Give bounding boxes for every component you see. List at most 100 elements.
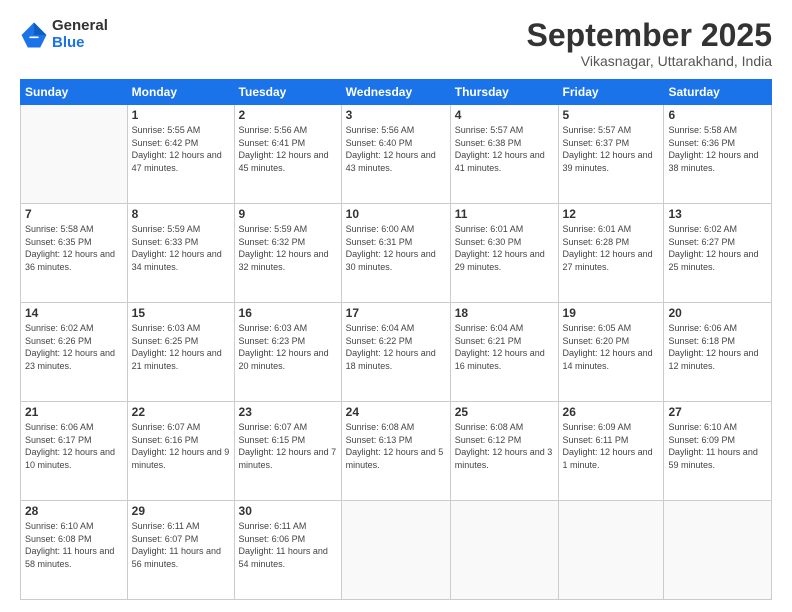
day-number: 4 bbox=[455, 108, 554, 122]
table-cell: 7 Sunrise: 5:58 AM Sunset: 6:35 PM Dayli… bbox=[21, 204, 128, 303]
table-cell: 6 Sunrise: 5:58 AM Sunset: 6:36 PM Dayli… bbox=[664, 105, 772, 204]
table-cell: 26 Sunrise: 6:09 AM Sunset: 6:11 PM Dayl… bbox=[558, 402, 664, 501]
table-cell: 18 Sunrise: 6:04 AM Sunset: 6:21 PM Dayl… bbox=[450, 303, 558, 402]
table-cell: 4 Sunrise: 5:57 AM Sunset: 6:38 PM Dayli… bbox=[450, 105, 558, 204]
day-info: Sunrise: 6:01 AM Sunset: 6:28 PM Dayligh… bbox=[563, 223, 660, 273]
day-info: Sunrise: 6:08 AM Sunset: 6:13 PM Dayligh… bbox=[346, 421, 446, 471]
page: General Blue September 2025 Vikasnagar, … bbox=[0, 0, 792, 612]
day-info: Sunrise: 5:57 AM Sunset: 6:38 PM Dayligh… bbox=[455, 124, 554, 174]
table-cell: 23 Sunrise: 6:07 AM Sunset: 6:15 PM Dayl… bbox=[234, 402, 341, 501]
day-info: Sunrise: 6:04 AM Sunset: 6:22 PM Dayligh… bbox=[346, 322, 446, 372]
day-info: Sunrise: 6:03 AM Sunset: 6:23 PM Dayligh… bbox=[239, 322, 337, 372]
day-info: Sunrise: 6:04 AM Sunset: 6:21 PM Dayligh… bbox=[455, 322, 554, 372]
table-cell: 25 Sunrise: 6:08 AM Sunset: 6:12 PM Dayl… bbox=[450, 402, 558, 501]
table-cell: 29 Sunrise: 6:11 AM Sunset: 6:07 PM Dayl… bbox=[127, 501, 234, 600]
day-number: 20 bbox=[668, 306, 767, 320]
day-number: 23 bbox=[239, 405, 337, 419]
day-info: Sunrise: 6:02 AM Sunset: 6:27 PM Dayligh… bbox=[668, 223, 767, 273]
table-cell: 2 Sunrise: 5:56 AM Sunset: 6:41 PM Dayli… bbox=[234, 105, 341, 204]
table-cell: 24 Sunrise: 6:08 AM Sunset: 6:13 PM Dayl… bbox=[341, 402, 450, 501]
day-number: 15 bbox=[132, 306, 230, 320]
day-info: Sunrise: 6:10 AM Sunset: 6:08 PM Dayligh… bbox=[25, 520, 123, 570]
day-number: 8 bbox=[132, 207, 230, 221]
day-number: 14 bbox=[25, 306, 123, 320]
header: General Blue September 2025 Vikasnagar, … bbox=[20, 18, 772, 69]
day-info: Sunrise: 5:59 AM Sunset: 6:33 PM Dayligh… bbox=[132, 223, 230, 273]
day-info: Sunrise: 5:57 AM Sunset: 6:37 PM Dayligh… bbox=[563, 124, 660, 174]
table-cell: 1 Sunrise: 5:55 AM Sunset: 6:42 PM Dayli… bbox=[127, 105, 234, 204]
calendar-header-row: Sunday Monday Tuesday Wednesday Thursday… bbox=[21, 80, 772, 105]
col-thursday: Thursday bbox=[450, 80, 558, 105]
day-number: 3 bbox=[346, 108, 446, 122]
day-info: Sunrise: 6:10 AM Sunset: 6:09 PM Dayligh… bbox=[668, 421, 767, 471]
month-title: September 2025 bbox=[527, 18, 772, 53]
col-wednesday: Wednesday bbox=[341, 80, 450, 105]
table-cell: 12 Sunrise: 6:01 AM Sunset: 6:28 PM Dayl… bbox=[558, 204, 664, 303]
day-info: Sunrise: 5:55 AM Sunset: 6:42 PM Dayligh… bbox=[132, 124, 230, 174]
table-cell: 15 Sunrise: 6:03 AM Sunset: 6:25 PM Dayl… bbox=[127, 303, 234, 402]
day-info: Sunrise: 6:02 AM Sunset: 6:26 PM Dayligh… bbox=[25, 322, 123, 372]
day-number: 16 bbox=[239, 306, 337, 320]
table-cell bbox=[21, 105, 128, 204]
table-cell: 19 Sunrise: 6:05 AM Sunset: 6:20 PM Dayl… bbox=[558, 303, 664, 402]
logo-text: General Blue bbox=[52, 18, 108, 51]
day-number: 13 bbox=[668, 207, 767, 221]
day-number: 11 bbox=[455, 207, 554, 221]
day-number: 10 bbox=[346, 207, 446, 221]
day-info: Sunrise: 6:09 AM Sunset: 6:11 PM Dayligh… bbox=[563, 421, 660, 471]
day-info: Sunrise: 5:56 AM Sunset: 6:41 PM Dayligh… bbox=[239, 124, 337, 174]
title-block: September 2025 Vikasnagar, Uttarakhand, … bbox=[527, 18, 772, 69]
table-cell: 27 Sunrise: 6:10 AM Sunset: 6:09 PM Dayl… bbox=[664, 402, 772, 501]
table-cell: 9 Sunrise: 5:59 AM Sunset: 6:32 PM Dayli… bbox=[234, 204, 341, 303]
day-info: Sunrise: 5:58 AM Sunset: 6:36 PM Dayligh… bbox=[668, 124, 767, 174]
day-number: 28 bbox=[25, 504, 123, 518]
day-info: Sunrise: 6:06 AM Sunset: 6:18 PM Dayligh… bbox=[668, 322, 767, 372]
table-cell: 8 Sunrise: 5:59 AM Sunset: 6:33 PM Dayli… bbox=[127, 204, 234, 303]
table-cell: 13 Sunrise: 6:02 AM Sunset: 6:27 PM Dayl… bbox=[664, 204, 772, 303]
table-cell: 28 Sunrise: 6:10 AM Sunset: 6:08 PM Dayl… bbox=[21, 501, 128, 600]
table-cell: 21 Sunrise: 6:06 AM Sunset: 6:17 PM Dayl… bbox=[21, 402, 128, 501]
day-number: 26 bbox=[563, 405, 660, 419]
day-info: Sunrise: 6:08 AM Sunset: 6:12 PM Dayligh… bbox=[455, 421, 554, 471]
day-number: 7 bbox=[25, 207, 123, 221]
day-number: 1 bbox=[132, 108, 230, 122]
logo-general-text: General bbox=[52, 18, 108, 35]
table-cell: 10 Sunrise: 6:00 AM Sunset: 6:31 PM Dayl… bbox=[341, 204, 450, 303]
table-cell bbox=[664, 501, 772, 600]
table-cell bbox=[450, 501, 558, 600]
day-info: Sunrise: 6:11 AM Sunset: 6:06 PM Dayligh… bbox=[239, 520, 337, 570]
table-cell bbox=[558, 501, 664, 600]
col-tuesday: Tuesday bbox=[234, 80, 341, 105]
table-cell: 3 Sunrise: 5:56 AM Sunset: 6:40 PM Dayli… bbox=[341, 105, 450, 204]
day-info: Sunrise: 6:06 AM Sunset: 6:17 PM Dayligh… bbox=[25, 421, 123, 471]
day-number: 19 bbox=[563, 306, 660, 320]
col-saturday: Saturday bbox=[664, 80, 772, 105]
day-info: Sunrise: 5:58 AM Sunset: 6:35 PM Dayligh… bbox=[25, 223, 123, 273]
day-info: Sunrise: 6:07 AM Sunset: 6:16 PM Dayligh… bbox=[132, 421, 230, 471]
day-info: Sunrise: 5:59 AM Sunset: 6:32 PM Dayligh… bbox=[239, 223, 337, 273]
day-number: 29 bbox=[132, 504, 230, 518]
table-cell: 22 Sunrise: 6:07 AM Sunset: 6:16 PM Dayl… bbox=[127, 402, 234, 501]
day-info: Sunrise: 6:03 AM Sunset: 6:25 PM Dayligh… bbox=[132, 322, 230, 372]
day-number: 6 bbox=[668, 108, 767, 122]
day-info: Sunrise: 6:05 AM Sunset: 6:20 PM Dayligh… bbox=[563, 322, 660, 372]
day-number: 5 bbox=[563, 108, 660, 122]
col-friday: Friday bbox=[558, 80, 664, 105]
calendar-table: Sunday Monday Tuesday Wednesday Thursday… bbox=[20, 79, 772, 600]
col-sunday: Sunday bbox=[21, 80, 128, 105]
day-number: 24 bbox=[346, 405, 446, 419]
table-cell: 11 Sunrise: 6:01 AM Sunset: 6:30 PM Dayl… bbox=[450, 204, 558, 303]
day-number: 17 bbox=[346, 306, 446, 320]
table-cell: 30 Sunrise: 6:11 AM Sunset: 6:06 PM Dayl… bbox=[234, 501, 341, 600]
table-cell: 16 Sunrise: 6:03 AM Sunset: 6:23 PM Dayl… bbox=[234, 303, 341, 402]
day-number: 25 bbox=[455, 405, 554, 419]
day-number: 12 bbox=[563, 207, 660, 221]
day-info: Sunrise: 6:07 AM Sunset: 6:15 PM Dayligh… bbox=[239, 421, 337, 471]
table-cell: 14 Sunrise: 6:02 AM Sunset: 6:26 PM Dayl… bbox=[21, 303, 128, 402]
day-info: Sunrise: 6:11 AM Sunset: 6:07 PM Dayligh… bbox=[132, 520, 230, 570]
day-info: Sunrise: 6:00 AM Sunset: 6:31 PM Dayligh… bbox=[346, 223, 446, 273]
logo-blue-text: Blue bbox=[52, 35, 108, 52]
day-number: 27 bbox=[668, 405, 767, 419]
day-info: Sunrise: 5:56 AM Sunset: 6:40 PM Dayligh… bbox=[346, 124, 446, 174]
day-number: 9 bbox=[239, 207, 337, 221]
